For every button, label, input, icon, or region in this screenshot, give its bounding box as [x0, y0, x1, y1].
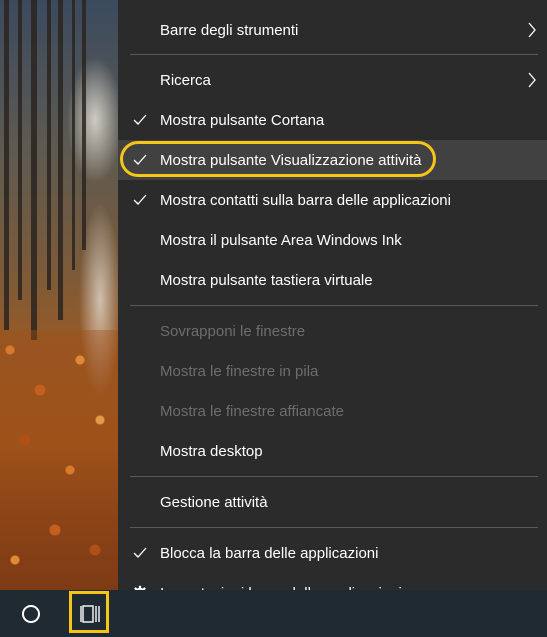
- taskbar-context-menu: Barre degli strumenti Ricerca Mostra pul…: [118, 0, 547, 602]
- menu-item-search[interactable]: Ricerca: [118, 60, 547, 100]
- menu-item-task-manager-label: Gestione attività: [160, 493, 268, 511]
- menu-item-task-manager[interactable]: Gestione attività: [118, 482, 547, 522]
- cortana-circle-icon: [22, 604, 40, 623]
- menu-item-show-windows-ink-label: Mostra il pulsante Area Windows Ink: [160, 231, 402, 249]
- menu-item-toolbars[interactable]: Barre degli strumenti: [118, 10, 547, 50]
- menu-item-cascade-windows: Sovrapponi le finestre: [118, 311, 547, 351]
- screen: Barre degli strumenti Ricerca Mostra pul…: [0, 0, 547, 637]
- menu-item-show-windows-ink[interactable]: Mostra il pulsante Area Windows Ink: [118, 220, 547, 260]
- menu-separator: [130, 305, 538, 306]
- menu-item-cascade-windows-label: Sovrapponi le finestre: [160, 322, 306, 340]
- menu-item-stacked-windows-label: Mostra le finestre in pila: [160, 362, 319, 380]
- cortana-button[interactable]: [10, 590, 52, 637]
- menu-separator: [130, 527, 538, 528]
- menu-separator: [130, 54, 538, 55]
- checkmark-icon: [132, 112, 148, 128]
- menu-item-lock-taskbar-label: Blocca la barra delle applicazioni: [160, 544, 379, 562]
- menu-item-show-desktop-label: Mostra desktop: [160, 442, 263, 460]
- checkmark-icon: [132, 192, 148, 208]
- menu-item-show-task-view[interactable]: Mostra pulsante Visualizzazione attività: [118, 140, 547, 180]
- menu-item-show-touch-keyboard[interactable]: Mostra pulsante tastiera virtuale: [118, 260, 547, 300]
- checkmark-icon: [132, 152, 148, 168]
- menu-item-show-people[interactable]: Mostra contatti sulla barra delle applic…: [118, 180, 547, 220]
- menu-item-show-touch-keyboard-label: Mostra pulsante tastiera virtuale: [160, 271, 373, 289]
- menu-item-lock-taskbar[interactable]: Blocca la barra delle applicazioni: [118, 533, 547, 573]
- annotation-highlight-box: [69, 591, 109, 633]
- menu-item-side-by-side-windows: Mostra le finestre affiancate: [118, 391, 547, 431]
- checkmark-icon: [132, 545, 148, 561]
- menu-item-toolbars-label: Barre degli strumenti: [160, 21, 299, 39]
- menu-item-show-desktop[interactable]: Mostra desktop: [118, 431, 547, 471]
- desktop-wallpaper: [0, 0, 118, 590]
- menu-separator: [130, 476, 538, 477]
- menu-item-side-by-side-windows-label: Mostra le finestre affiancate: [160, 402, 344, 420]
- menu-item-show-cortana[interactable]: Mostra pulsante Cortana: [118, 100, 547, 140]
- chevron-right-icon: [527, 72, 537, 88]
- menu-item-show-task-view-label: Mostra pulsante Visualizzazione attività: [160, 151, 422, 169]
- menu-item-show-cortana-label: Mostra pulsante Cortana: [160, 111, 325, 129]
- menu-item-stacked-windows: Mostra le finestre in pila: [118, 351, 547, 391]
- menu-item-search-label: Ricerca: [160, 71, 211, 89]
- menu-item-show-people-label: Mostra contatti sulla barra delle applic…: [160, 191, 451, 209]
- chevron-right-icon: [527, 22, 537, 38]
